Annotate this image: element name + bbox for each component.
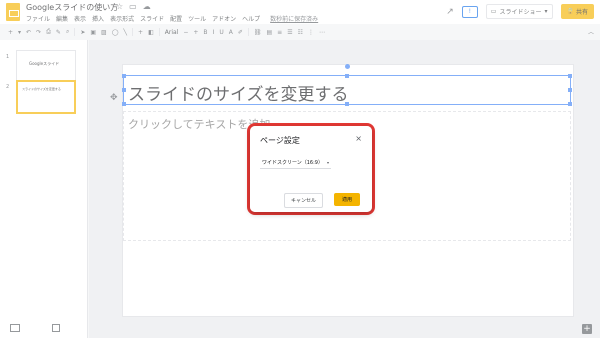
page-size-select[interactable]: ワイドスクリーン（16:9） ▾ bbox=[260, 157, 331, 169]
dialog-highlight-frame: ページ設定 × ワイドスクリーン（16:9） ▾ キャンセル 適用 bbox=[247, 123, 375, 215]
chevron-down-icon: ▾ bbox=[326, 160, 329, 165]
apply-button[interactable]: 適用 bbox=[334, 193, 361, 206]
page-setup-dialog: ページ設定 × ワイドスクリーン（16:9） ▾ キャンセル 適用 bbox=[250, 126, 372, 212]
dialog-title: ページ設定 bbox=[260, 136, 300, 145]
close-icon[interactable]: × bbox=[355, 134, 362, 143]
cancel-button[interactable]: キャンセル bbox=[284, 193, 324, 208]
page-size-value: ワイドスクリーン（16:9） bbox=[262, 160, 323, 166]
